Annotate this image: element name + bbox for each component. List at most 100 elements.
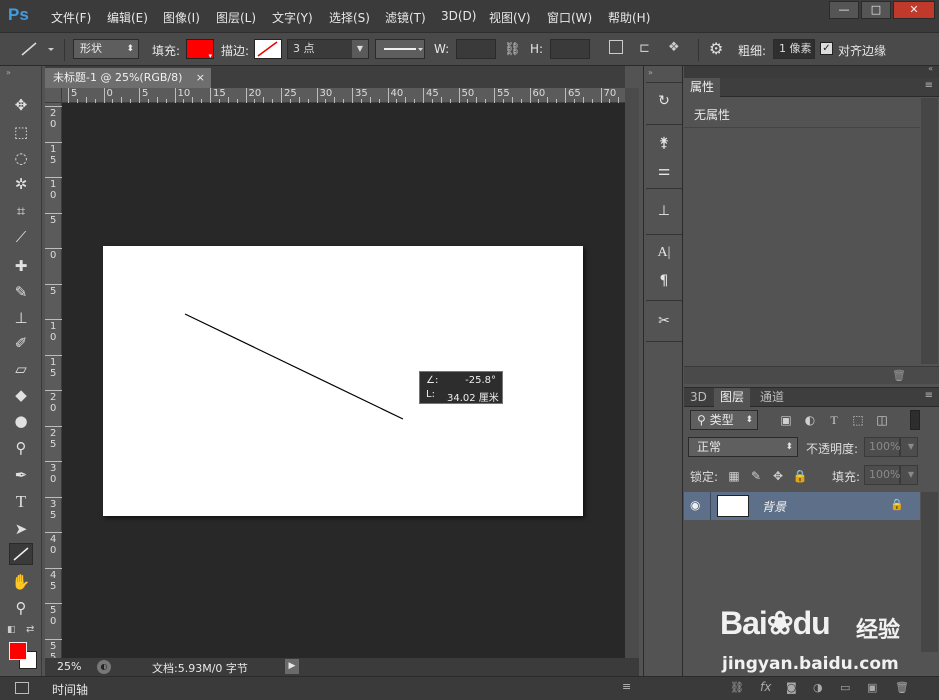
opacity-field[interactable]: 100% (864, 437, 900, 457)
panel-menu-icon[interactable]: ≡ (925, 80, 933, 91)
document-tab[interactable]: 未标题-1 @ 25%(RGB/8) × (45, 68, 211, 88)
clone-source-icon[interactable]: ⊥ (652, 200, 676, 222)
eyedropper-tool-icon[interactable]: ⟋ (9, 226, 33, 248)
trash-icon[interactable]: 🗑 (895, 681, 909, 694)
close-window-button[interactable]: ✕ (893, 1, 935, 19)
properties-scrollbar[interactable] (921, 98, 938, 364)
align-edges-checkbox[interactable]: ✓ (820, 42, 833, 55)
adjustment-layer-icon[interactable]: ◑ (813, 681, 823, 694)
tab-channels[interactable]: 通道 (754, 388, 790, 407)
menu-edit[interactable]: 编辑(E) (107, 9, 148, 26)
height-field[interactable] (550, 39, 590, 59)
smart-object-filter-icon[interactable]: ◫ (874, 412, 890, 428)
stroke-size-field[interactable]: 3 点 ▼ (287, 39, 369, 59)
menu-select[interactable]: 选择(S) (329, 9, 370, 26)
menu-file[interactable]: 文件(F) (51, 9, 91, 26)
chevron-down-icon[interactable]: ▼ (900, 437, 918, 457)
fill-color-swatch[interactable]: ▾ (186, 39, 214, 60)
paragraph-icon[interactable]: ¶ (652, 270, 676, 292)
collapse-icon[interactable]: » (648, 68, 653, 77)
menu-help[interactable]: 帮助(H) (608, 9, 650, 26)
brush-presets-icon[interactable]: ⚵ (652, 132, 676, 154)
timeline-label[interactable]: 时间轴 (52, 681, 88, 698)
lock-transparency-icon[interactable]: ▦ (726, 468, 742, 484)
width-field[interactable] (456, 39, 496, 59)
zoom-level[interactable]: 25% (57, 660, 81, 673)
path-arrangement-icon[interactable]: ❖ (668, 40, 680, 55)
folder-icon[interactable]: ▭ (840, 681, 850, 694)
marquee-tool-icon[interactable]: ⬚ (9, 121, 33, 143)
layer-row-background[interactable]: ◉ 背景 🔒 (684, 492, 920, 520)
crop-tool-icon[interactable]: ⌗ (9, 200, 33, 222)
menu-3d[interactable]: 3D(D) (441, 9, 476, 23)
menu-image[interactable]: 图像(I) (163, 9, 200, 26)
dodge-tool-icon[interactable]: ⚲ (9, 437, 33, 459)
menu-window[interactable]: 窗口(W) (547, 9, 592, 26)
stroke-color-swatch[interactable] (254, 39, 282, 59)
type-filter-icon[interactable]: T (826, 412, 842, 428)
lock-all-icon[interactable]: 🔒 (792, 468, 808, 484)
menu-type[interactable]: 文字(Y) (272, 9, 313, 26)
clone-stamp-tool-icon[interactable]: ⊥ (9, 307, 33, 329)
brush-settings-icon[interactable]: ⚌ (652, 160, 676, 182)
ruler-origin[interactable] (45, 88, 62, 103)
menu-layer[interactable]: 图层(L) (216, 9, 256, 26)
path-operations-icon[interactable] (609, 40, 623, 54)
collapse-icon[interactable]: » (6, 68, 11, 77)
chevron-down-icon[interactable]: ▼ (900, 465, 918, 485)
maximize-button[interactable]: □ (861, 1, 891, 19)
menu-filter[interactable]: 滤镜(T) (385, 9, 426, 26)
trash-icon[interactable]: 🗑 (892, 369, 906, 382)
history-brush-tool-icon[interactable]: ✐ (9, 332, 33, 354)
default-colors-icon[interactable]: ◧ (7, 625, 16, 635)
layers-scrollbar[interactable] (921, 492, 938, 652)
paint-bucket-tool-icon[interactable]: ◆ (9, 384, 33, 406)
fill-field[interactable]: 100% (864, 465, 900, 485)
link-icon[interactable]: ⛓ (504, 42, 521, 57)
panel-menu-icon[interactable]: ≡ (622, 680, 631, 693)
magic-wand-tool-icon[interactable]: ✲ (9, 173, 33, 195)
move-tool-icon[interactable]: ✥ (9, 94, 33, 116)
layer-name[interactable]: 背景 (762, 498, 786, 515)
path-alignment-icon[interactable]: ⊏ (639, 41, 650, 56)
pixel-filter-icon[interactable]: ▣ (778, 412, 794, 428)
stroke-type-select[interactable] (375, 39, 425, 59)
blend-mode-select[interactable]: 正常 ⬍ (688, 437, 798, 457)
new-layer-icon[interactable]: ▣ (867, 681, 877, 694)
link-layers-icon[interactable]: ⛓ (730, 681, 744, 694)
lock-pixels-icon[interactable]: ✎ (748, 468, 764, 484)
path-selection-tool-icon[interactable]: ➤ (9, 518, 33, 540)
minimize-button[interactable]: — (829, 1, 859, 19)
gear-icon[interactable]: ⚙ (709, 39, 723, 58)
document-info-icon[interactable]: ◐ (97, 660, 111, 674)
healing-brush-tool-icon[interactable]: ✚ (9, 255, 33, 277)
filter-toggle-switch[interactable] (910, 410, 920, 430)
zoom-tool-icon[interactable]: ⚲ (9, 597, 33, 619)
timeline-icon[interactable] (15, 682, 29, 694)
blur-tool-icon[interactable]: ● (9, 410, 33, 432)
fx-icon[interactable]: fx (760, 680, 771, 694)
play-icon[interactable]: ▶ (285, 659, 299, 674)
layer-mask-icon[interactable]: ◙ (786, 681, 797, 694)
type-tool-icon[interactable]: T (9, 491, 33, 513)
visibility-eye-icon[interactable]: ◉ (690, 498, 700, 512)
hand-tool-icon[interactable]: ✋ (9, 571, 33, 593)
line-tool-icon[interactable] (9, 543, 33, 565)
pen-tool-icon[interactable]: ✒ (9, 464, 33, 486)
collapse-icon[interactable]: « (928, 64, 933, 73)
character-icon[interactable]: A| (652, 242, 676, 264)
close-icon[interactable]: × (196, 68, 205, 88)
tab-3d[interactable]: 3D (684, 388, 713, 407)
adjustment-filter-icon[interactable]: ◐ (802, 412, 818, 428)
menu-view[interactable]: 视图(V) (489, 9, 531, 26)
weight-field[interactable]: 1 像素 (773, 39, 815, 59)
shape-filter-icon[interactable]: ⬚ (850, 412, 866, 428)
eraser-tool-icon[interactable]: ▱ (9, 358, 33, 380)
canvas-vertical-scrollbar[interactable] (625, 88, 639, 658)
tool-presets-icon[interactable]: ✂ (652, 310, 676, 332)
history-icon[interactable]: ↻ (652, 90, 676, 112)
swap-colors-icon[interactable]: ⇄ (26, 624, 34, 635)
lasso-tool-icon[interactable]: ◌ (9, 147, 33, 169)
tab-properties[interactable]: 属性 (684, 78, 721, 97)
tab-layers[interactable]: 图层 (714, 388, 751, 407)
